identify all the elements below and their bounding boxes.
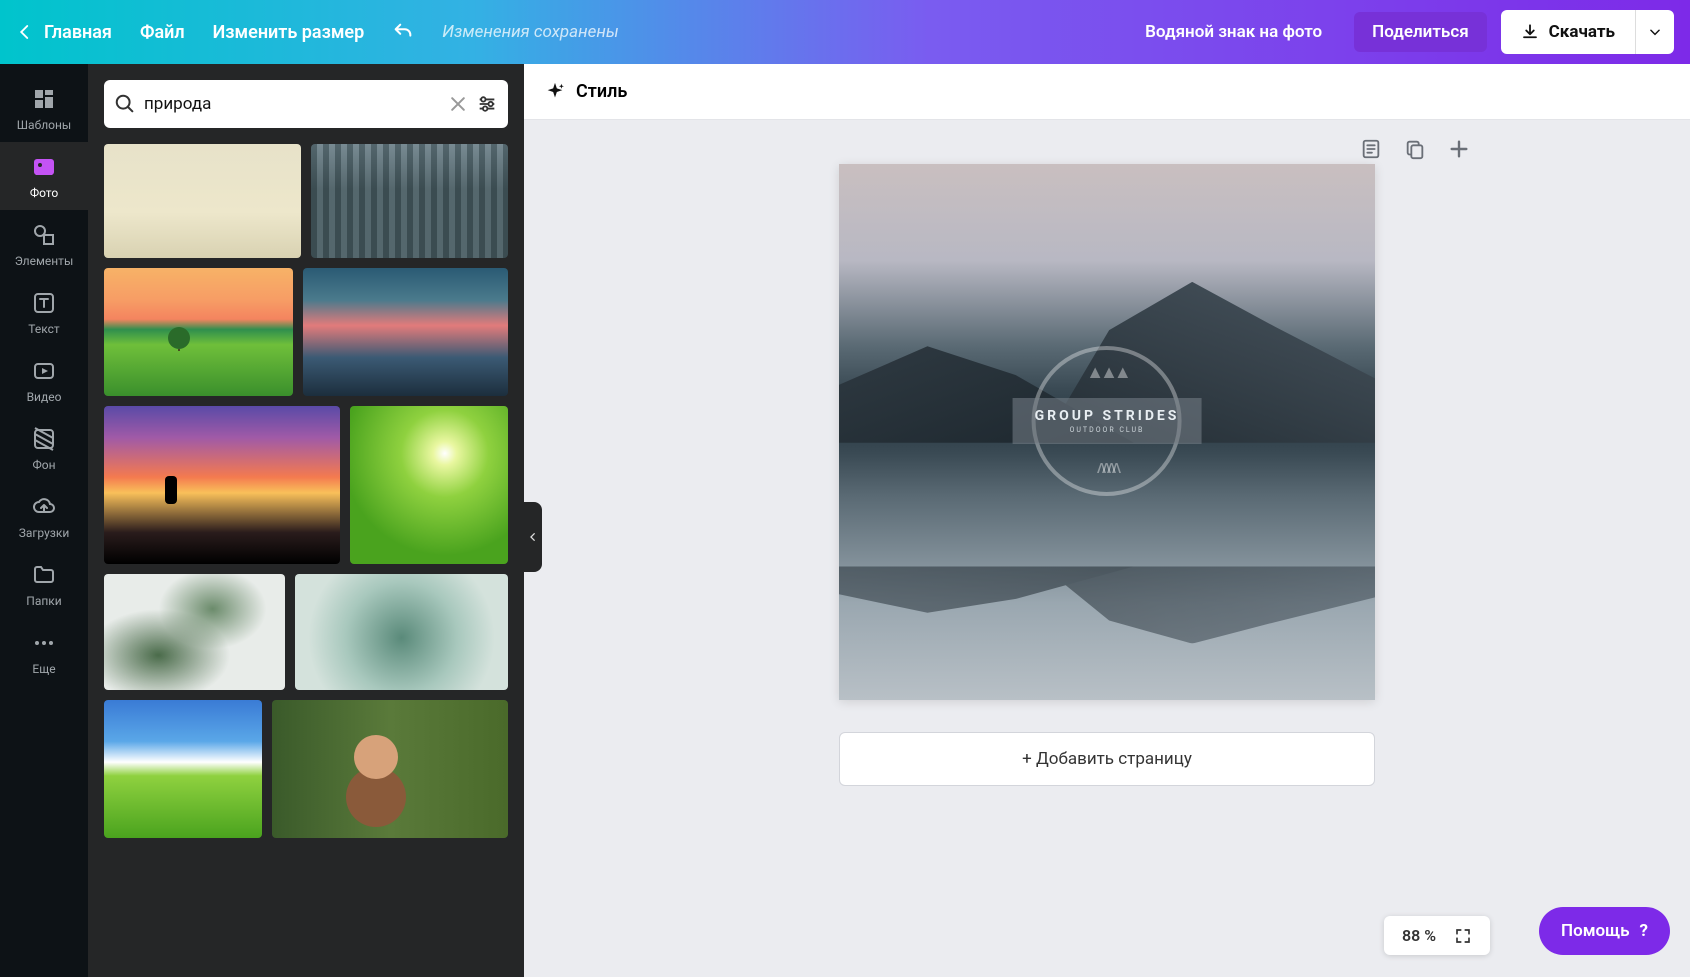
watermark-button[interactable]: Водяной знак на фото	[1127, 12, 1340, 52]
download-label: Скачать	[1549, 22, 1615, 42]
rail-video-label: Видео	[27, 390, 62, 404]
help-button[interactable]: Помощь ?	[1539, 907, 1670, 955]
undo-button[interactable]	[392, 21, 414, 43]
photo-thumb[interactable]	[311, 144, 508, 258]
badge-title: GROUP STRIDES	[1035, 408, 1180, 424]
workspace: Шаблоны Фото Элементы Текст Видео Фон За…	[0, 64, 1690, 977]
expand-icon	[1454, 927, 1472, 945]
badge-decor-top: ▲▲▲	[1086, 362, 1127, 383]
photo-thumb[interactable]	[295, 574, 508, 690]
topbar-right: Водяной знак на фото Поделиться Скачать	[1127, 10, 1674, 54]
home-label: Главная	[44, 22, 112, 43]
question-icon: ?	[1640, 921, 1648, 941]
badge-band: GROUP STRIDES OUTDOOR CLUB	[1013, 398, 1202, 444]
copy-icon	[1404, 138, 1426, 160]
photo-thumb[interactable]	[104, 268, 293, 396]
templates-icon	[32, 87, 56, 111]
chevron-left-icon	[16, 23, 34, 41]
elements-icon	[32, 223, 56, 247]
add-page-bar[interactable]: + Добавить страницу	[839, 732, 1375, 786]
page-toolbar	[1360, 138, 1470, 160]
topbar-left: Главная Файл Изменить размер Изменения с…	[16, 21, 619, 43]
top-bar: Главная Файл Изменить размер Изменения с…	[0, 0, 1690, 64]
background-icon	[32, 427, 56, 451]
home-link[interactable]: Главная	[16, 22, 112, 43]
stage[interactable]: ▲▲▲ GROUP STRIDES OUTDOOR CLUB ʌʌʌʌ + До…	[524, 120, 1690, 977]
rail-photos-label: Фото	[30, 186, 58, 200]
undo-icon	[392, 21, 414, 43]
rail-uploads[interactable]: Загрузки	[0, 482, 88, 550]
text-icon	[32, 291, 56, 315]
save-status: Изменения сохранены	[442, 22, 619, 42]
rail-text[interactable]: Текст	[0, 278, 88, 346]
upload-icon	[32, 495, 56, 519]
resize-menu[interactable]: Изменить размер	[213, 22, 365, 43]
logo-badge[interactable]: ▲▲▲ GROUP STRIDES OUTDOOR CLUB ʌʌʌʌ	[1013, 398, 1202, 444]
download-caret[interactable]	[1635, 10, 1674, 54]
more-icon	[32, 631, 56, 655]
style-button[interactable]: Стиль	[544, 81, 627, 103]
download-group: Скачать	[1501, 10, 1674, 54]
photos-panel	[88, 64, 524, 977]
zoom-value: 88 %	[1402, 926, 1436, 945]
rail-background[interactable]: Фон	[0, 414, 88, 482]
folder-icon	[32, 563, 56, 587]
add-page-button[interactable]	[1448, 138, 1470, 160]
share-button[interactable]: Поделиться	[1354, 12, 1487, 52]
video-icon	[32, 359, 56, 383]
plus-icon	[1448, 138, 1470, 160]
rail-photos[interactable]: Фото	[0, 142, 88, 210]
badge-subtitle: OUTDOOR CLUB	[1035, 426, 1180, 434]
rail-folders[interactable]: Папки	[0, 550, 88, 618]
photo-thumb[interactable]	[104, 574, 285, 690]
search-wrap	[88, 64, 524, 144]
photo-thumb[interactable]	[303, 268, 508, 396]
photo-thumb[interactable]	[350, 406, 508, 564]
rail-more[interactable]: Еще	[0, 618, 88, 686]
rail-templates[interactable]: Шаблоны	[0, 74, 88, 142]
help-label: Помощь	[1561, 921, 1629, 941]
duplicate-page-button[interactable]	[1404, 138, 1426, 160]
side-rail: Шаблоны Фото Элементы Текст Видео Фон За…	[0, 64, 88, 977]
style-label: Стиль	[576, 81, 627, 102]
rail-templates-label: Шаблоны	[17, 118, 71, 132]
rail-uploads-label: Загрузки	[19, 526, 70, 540]
search-box	[104, 80, 508, 128]
download-button[interactable]: Скачать	[1501, 10, 1635, 54]
photo-thumb[interactable]	[104, 144, 301, 258]
sparkle-icon	[544, 81, 566, 103]
rail-folders-label: Папки	[26, 594, 61, 608]
rail-video[interactable]: Видео	[0, 346, 88, 414]
sliders-icon	[476, 93, 498, 115]
search-icon	[114, 93, 136, 115]
rail-elements[interactable]: Элементы	[0, 210, 88, 278]
photo-thumb[interactable]	[104, 700, 262, 838]
rail-elements-label: Элементы	[15, 254, 74, 268]
search-filter-button[interactable]	[476, 93, 498, 115]
design-page[interactable]: ▲▲▲ GROUP STRIDES OUTDOOR CLUB ʌʌʌʌ	[839, 164, 1375, 700]
rail-background-label: Фон	[32, 458, 55, 472]
canvas-area: Стиль ▲▲▲ GROUP STRIDES	[524, 64, 1690, 977]
download-icon	[1521, 23, 1539, 41]
search-input[interactable]	[144, 94, 440, 114]
photo-grid[interactable]	[88, 144, 524, 977]
rail-text-label: Текст	[28, 322, 59, 336]
rail-more-label: Еще	[32, 662, 55, 676]
note-icon	[1360, 138, 1382, 160]
photo-thumb[interactable]	[272, 700, 508, 838]
context-toolbar: Стиль	[524, 64, 1690, 120]
photo-icon	[32, 155, 56, 179]
file-menu[interactable]: Файл	[140, 22, 185, 43]
fullscreen-button[interactable]	[1454, 927, 1472, 945]
badge-decor-bottom: ʌʌʌʌ	[1097, 457, 1117, 478]
page-notes-button[interactable]	[1360, 138, 1382, 160]
chevron-down-icon	[1648, 25, 1662, 39]
zoom-control[interactable]: 88 %	[1384, 916, 1490, 955]
photo-thumb[interactable]	[104, 406, 340, 564]
close-icon	[448, 94, 468, 114]
clear-search-button[interactable]	[448, 94, 468, 114]
